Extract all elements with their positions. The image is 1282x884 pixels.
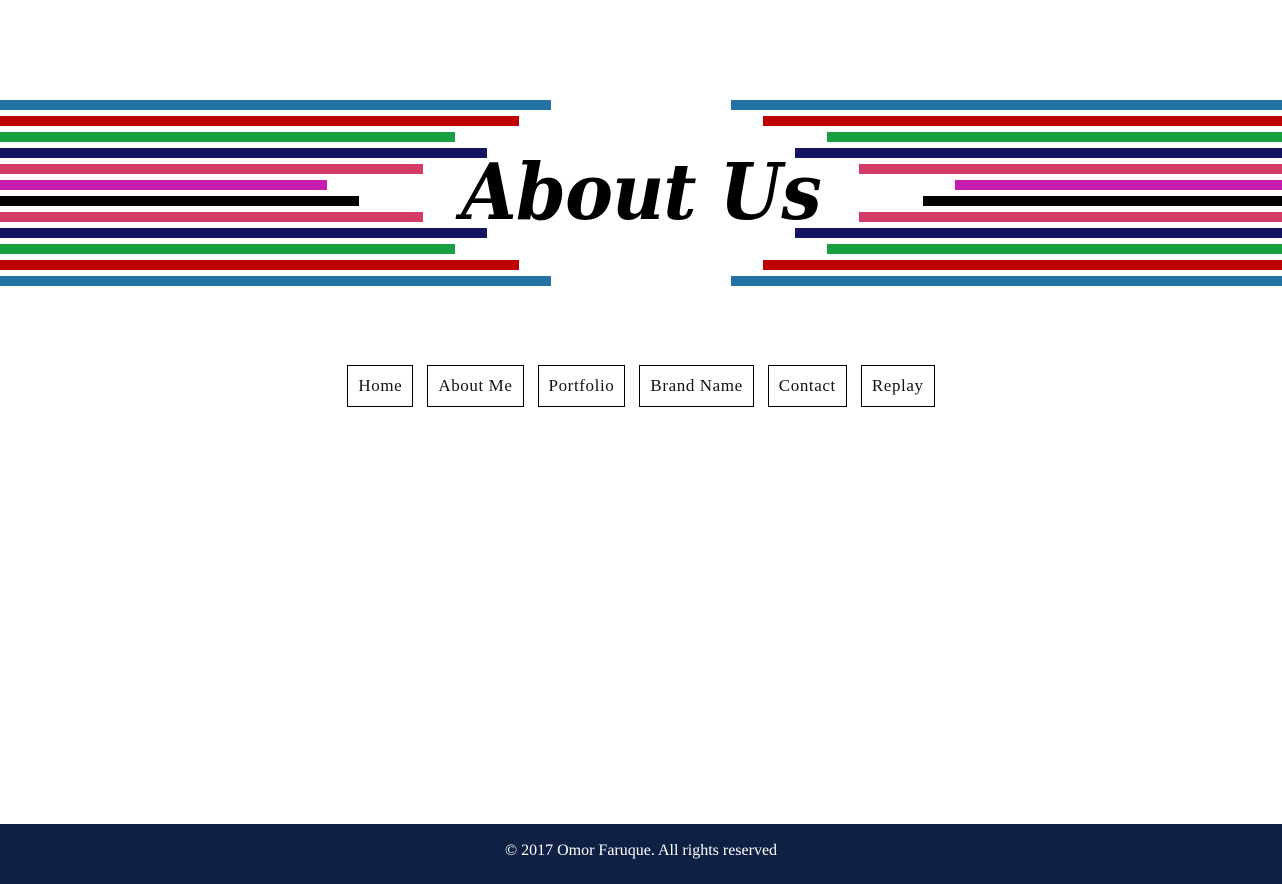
nav-replay-button[interactable]: Replay (860, 365, 935, 407)
nav-brand-name-button[interactable]: Brand Name (639, 365, 754, 407)
nav-contact-button[interactable]: Contact (767, 365, 847, 407)
main-nav: Home About Me Portfolio Brand Name Conta… (0, 365, 1282, 407)
stripe-right (731, 276, 1282, 286)
header-banner: About Us (0, 0, 1282, 320)
footer: © 2017 Omor Faruque. All rights reserved (0, 824, 1282, 884)
stripe-left (0, 100, 551, 110)
stripe-left (0, 260, 519, 270)
nav-home-button[interactable]: Home (347, 365, 414, 407)
stripe-right (763, 116, 1282, 126)
stripe-right (763, 260, 1282, 270)
stripe-left (0, 116, 519, 126)
page-title: About Us (461, 147, 822, 238)
nav-about-me-button[interactable]: About Me (427, 365, 524, 407)
nav-portfolio-button[interactable]: Portfolio (537, 365, 626, 407)
copyright-text: © 2017 Omor Faruque. All rights reserved (504, 842, 778, 859)
stripe-left (0, 276, 551, 286)
stripe-right (731, 100, 1282, 110)
